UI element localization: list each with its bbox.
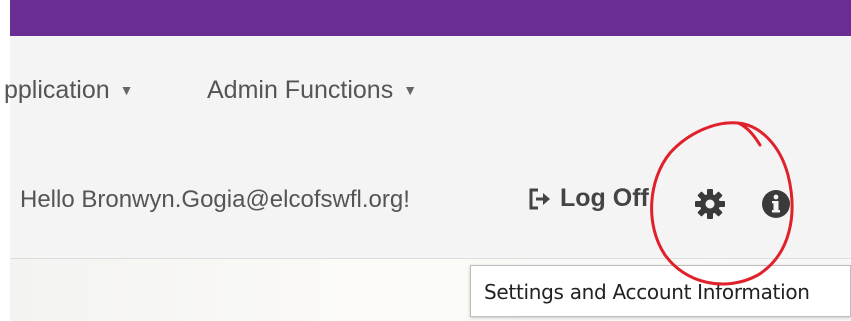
top-brand-bar xyxy=(10,0,851,36)
settings-button[interactable] xyxy=(694,188,726,225)
page: pplication ▼ Admin Functions ▼ Hello Bronw… xyxy=(0,0,851,321)
nav-admin-functions-label: Admin Functions xyxy=(207,76,394,104)
tooltip-text: Settings and Account Information xyxy=(484,280,810,304)
settings-tooltip: Settings and Account Information xyxy=(470,265,851,317)
user-bar: Hello Bronwyn.Gogia@elcofswfl.org! Log O… xyxy=(10,156,851,256)
nav-application-label: pplication xyxy=(4,76,110,104)
sign-out-icon xyxy=(529,188,550,209)
info-button[interactable] xyxy=(760,188,792,225)
logoff-button[interactable]: Log Off xyxy=(528,184,649,213)
chevron-down-icon: ▼ xyxy=(403,82,418,98)
nav-admin-functions-dropdown[interactable]: Admin Functions ▼ xyxy=(207,76,417,105)
logoff-label: Log Off xyxy=(560,184,649,212)
nav-application-dropdown[interactable]: pplication ▼ xyxy=(4,76,134,105)
info-circle-icon xyxy=(762,190,790,218)
main-nav: pplication ▼ Admin Functions ▼ xyxy=(4,36,851,156)
gear-icon xyxy=(695,189,725,219)
chevron-down-icon: ▼ xyxy=(119,82,134,98)
left-margin xyxy=(0,0,10,321)
user-greeting: Hello Bronwyn.Gogia@elcofswfl.org! xyxy=(20,186,410,213)
